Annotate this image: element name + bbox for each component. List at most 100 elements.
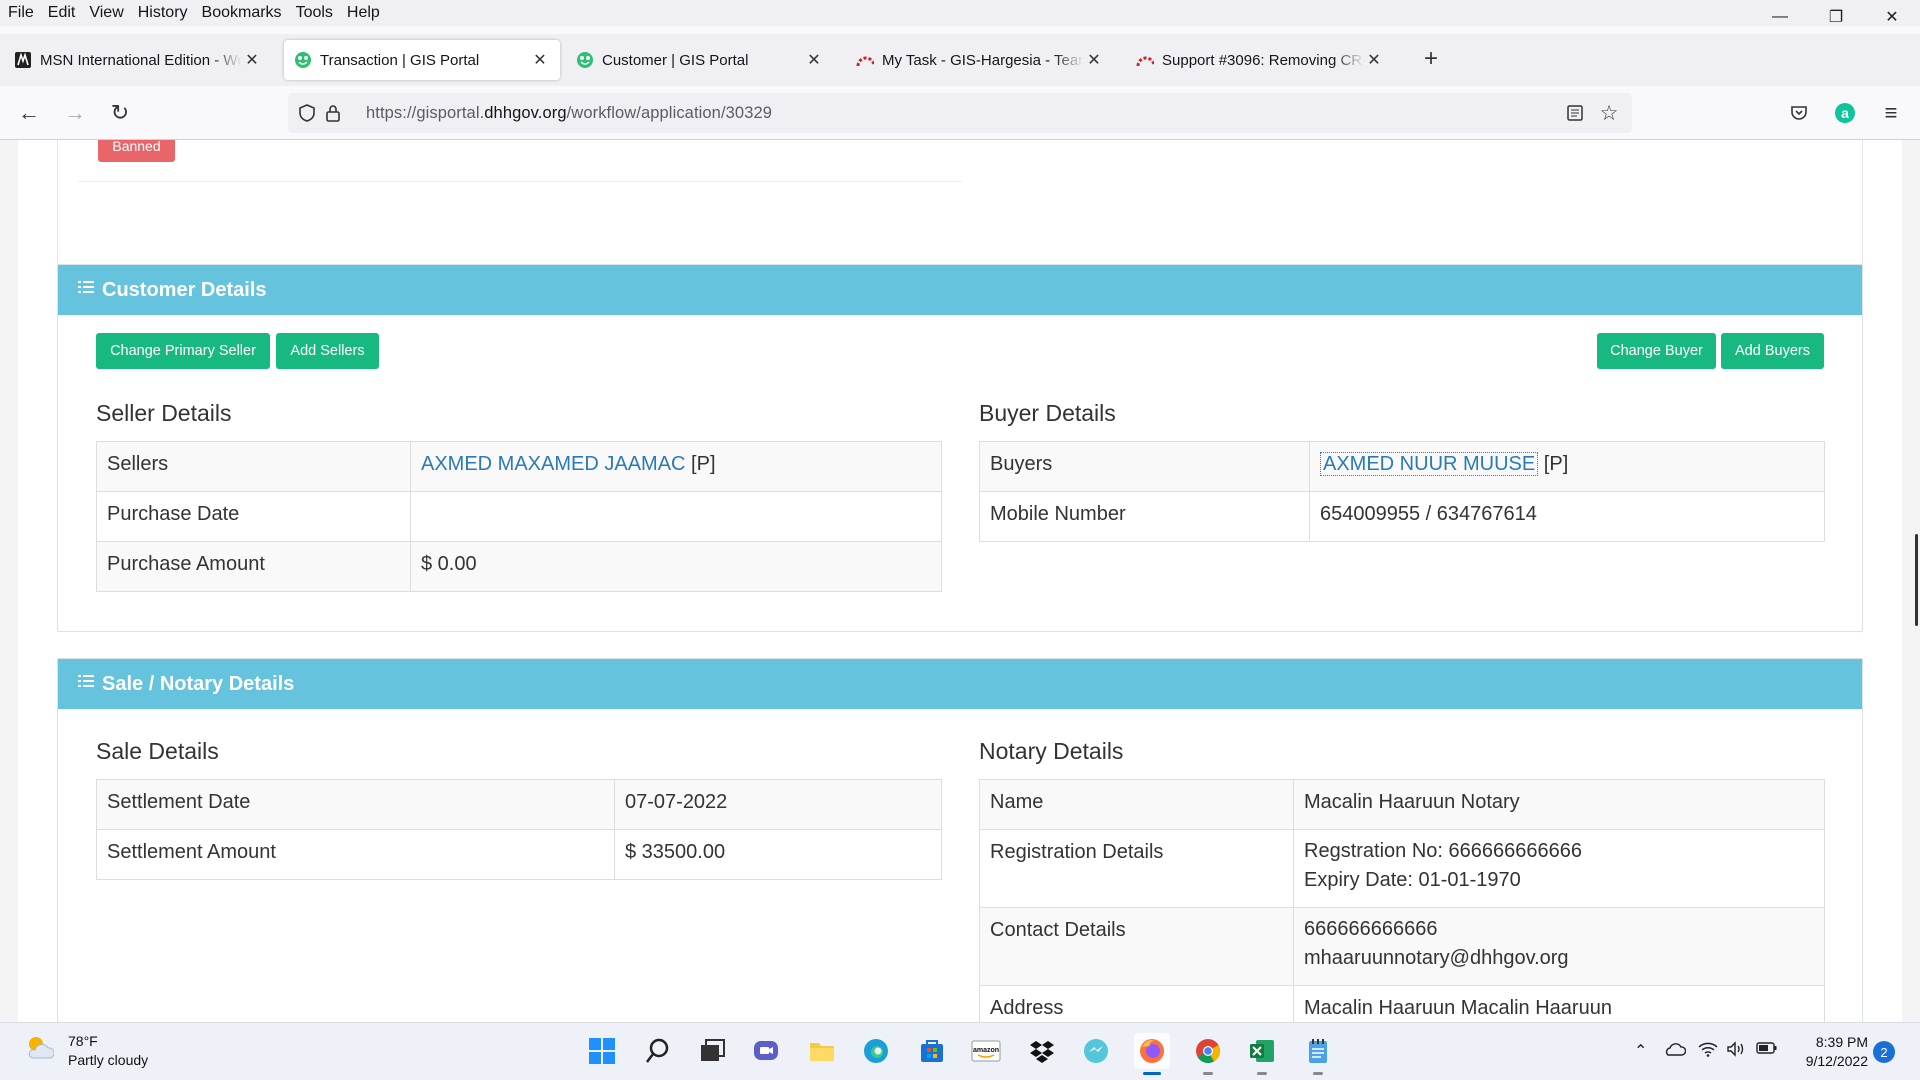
forward-arrow-icon[interactable]: → — [60, 98, 90, 128]
menu-edit[interactable]: Edit — [41, 4, 83, 22]
minimize-icon[interactable]: — — [1752, 0, 1808, 34]
onedrive-cloud-icon[interactable] — [1664, 1041, 1686, 1057]
list-icon — [78, 675, 94, 687]
restore-icon[interactable]: ❐ — [1808, 0, 1864, 34]
dropbox-icon[interactable] — [1024, 1033, 1060, 1069]
bookmark-star-icon[interactable]: ☆ — [1598, 102, 1620, 125]
seller-name-link[interactable]: AXMED MAXAMED JAAMAC — [421, 453, 685, 475]
customer-details-header: Customer Details — [58, 265, 1862, 315]
tab-my-task[interactable]: My Task - GIS-Hargesia - Teams ✕ — [846, 40, 1114, 80]
buyer-details-table: Buyers AXMED NUUR MUUSE [P] Mobile Numbe… — [979, 441, 1825, 542]
teams-chat-icon[interactable] — [748, 1033, 784, 1069]
row-label: Mobile Number — [979, 491, 1310, 542]
seller-details-table: Sellers AXMED MAXAMED JAAMAC [P] Purchas… — [96, 441, 942, 592]
menu-history[interactable]: History — [131, 4, 195, 22]
buyer-name-link[interactable]: AXMED NUUR MUUSE — [1320, 452, 1539, 476]
menu-bookmarks[interactable]: Bookmarks — [195, 4, 289, 22]
chrome-icon[interactable] — [1190, 1033, 1226, 1075]
row-label: Address — [979, 985, 1294, 1022]
row-label: Settlement Amount — [96, 829, 615, 880]
page-content: Banned Customer Details Change Primary S… — [0, 140, 1920, 1022]
address-bar[interactable]: https://gisportal.dhhgov.org/workflow/ap… — [288, 93, 1632, 133]
amazon-icon[interactable]: amazon — [968, 1033, 1004, 1069]
account-avatar-icon[interactable]: a — [1830, 98, 1860, 128]
tab-msn[interactable]: MSN International Edition - World ✕ — [4, 40, 272, 80]
row-value: Macalin Haaruun Notary — [1293, 779, 1825, 830]
msn-icon — [14, 51, 32, 69]
tab-support[interactable]: Support #3096: Removing CR-4 ✕ — [1126, 40, 1394, 80]
back-arrow-icon[interactable]: ← — [14, 98, 44, 128]
tab-customer[interactable]: Customer | GIS Portal ✕ — [566, 40, 834, 80]
add-sellers-button[interactable]: Add Sellers — [276, 333, 379, 369]
row-label: Purchase Date — [96, 491, 411, 542]
url-text[interactable]: https://gisportal.dhhgov.org/workflow/ap… — [366, 104, 772, 123]
hamburger-menu-icon[interactable]: ≡ — [1876, 98, 1906, 128]
excel-icon[interactable] — [1244, 1033, 1280, 1075]
window-controls: — ❐ ✕ — [1752, 0, 1920, 34]
battery-icon[interactable] — [1756, 1041, 1778, 1055]
tab-transaction[interactable]: Transaction | GIS Portal ✕ — [284, 40, 560, 80]
file-explorer-icon[interactable] — [804, 1033, 840, 1069]
tab-close-icon[interactable]: ✕ — [1364, 50, 1384, 70]
menu-view[interactable]: View — [82, 4, 130, 22]
firefox-icon[interactable] — [1134, 1033, 1170, 1075]
microsoft-store-icon[interactable] — [914, 1033, 950, 1069]
sale-notary-panel: Sale / Notary Details Sale Details Settl… — [57, 658, 1863, 1022]
notepad-icon[interactable] — [1300, 1033, 1336, 1075]
table-row: Settlement Amount $ 33500.00 — [96, 829, 942, 880]
new-tab-icon[interactable]: + — [1416, 44, 1446, 74]
close-window-icon[interactable]: ✕ — [1864, 0, 1920, 34]
menu-help[interactable]: Help — [340, 4, 387, 22]
messenger-icon[interactable] — [1078, 1033, 1114, 1069]
reader-view-icon[interactable] — [1564, 102, 1586, 124]
tab-close-icon[interactable]: ✕ — [804, 50, 824, 70]
shield-icon[interactable] — [296, 102, 318, 124]
row-value: $ 0.00 — [410, 541, 942, 592]
notary-details-table: Name Macalin Haaruun Notary Registration… — [979, 779, 1825, 1022]
row-value: AXMED MAXAMED JAAMAC [P] — [410, 441, 942, 492]
registration-number: Regstration No: 666666666666 — [1304, 840, 1582, 862]
windows-start-icon[interactable] — [584, 1033, 620, 1069]
menu-file[interactable]: File — [0, 4, 41, 22]
notification-count-badge[interactable]: 2 — [1873, 1041, 1895, 1063]
search-icon[interactable] — [640, 1033, 676, 1069]
expiry-date: Expiry Date: 01-01-1970 — [1304, 869, 1521, 891]
primary-marker: [P] — [1538, 453, 1569, 475]
weather-widget[interactable]: 78°F Partly cloudy — [24, 1032, 148, 1070]
tab-bar: MSN International Edition - World ✕ Tran… — [0, 34, 1920, 86]
row-value: Regstration No: 666666666666 Expiry Date… — [1293, 829, 1825, 908]
list-icon — [78, 281, 94, 293]
reload-icon[interactable]: ↻ — [105, 98, 135, 128]
speaker-icon[interactable] — [1726, 1041, 1746, 1057]
system-clock[interactable]: 8:39 PM 9/12/2022 — [1790, 1033, 1868, 1071]
tab-close-icon[interactable]: ✕ — [1084, 50, 1104, 70]
row-value: 07-07-2022 — [614, 779, 942, 830]
row-value: AXMED NUUR MUUSE [P] — [1309, 441, 1825, 492]
lock-icon[interactable] — [322, 102, 344, 124]
panel-title: Customer Details — [102, 278, 267, 301]
customer-details-panel: Customer Details Change Primary Seller A… — [57, 264, 1863, 632]
table-row: Address Macalin Haaruun Macalin Haaruun — [979, 985, 1825, 1022]
edge-icon[interactable] — [858, 1033, 894, 1069]
scrollbar-thumb[interactable] — [1915, 534, 1918, 626]
gis-portal-icon — [576, 51, 594, 69]
tab-close-icon[interactable]: ✕ — [242, 50, 262, 70]
wifi-icon[interactable] — [1698, 1041, 1718, 1057]
partly-cloudy-icon — [28, 1037, 54, 1059]
row-label: Sellers — [96, 441, 411, 492]
change-primary-seller-button[interactable]: Change Primary Seller — [96, 333, 270, 369]
redmine-icon — [1136, 51, 1154, 69]
gis-portal-icon — [294, 51, 312, 69]
table-row: Contact Details 666666666666 mhaaruunnot… — [979, 907, 1825, 986]
table-row: Settlement Date 07-07-2022 — [96, 779, 942, 830]
sale-notary-header: Sale / Notary Details — [58, 659, 1862, 709]
task-view-icon[interactable] — [694, 1033, 730, 1069]
menu-tools[interactable]: Tools — [289, 4, 340, 22]
banned-badge[interactable]: Banned — [98, 140, 175, 162]
change-buyer-button[interactable]: Change Buyer — [1597, 333, 1716, 369]
tab-close-icon[interactable]: ✕ — [530, 50, 550, 70]
add-buyers-button[interactable]: Add Buyers — [1721, 333, 1824, 369]
pocket-icon[interactable] — [1784, 98, 1814, 128]
show-hidden-icons-chevron-icon[interactable]: ⌃ — [1634, 1041, 1647, 1061]
svg-text:a: a — [1841, 105, 1849, 121]
